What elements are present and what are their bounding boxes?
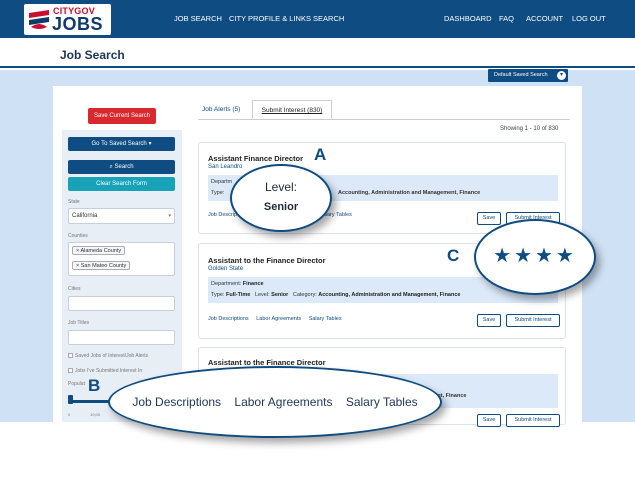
type-line: Type: Full-Time Level: Senior Category: … [211, 292, 460, 298]
save-job-button[interactable]: Save [477, 314, 501, 327]
type-label: Type: [211, 292, 225, 298]
department-value: Finance [242, 281, 264, 287]
job-title[interactable]: Assistant to the Finance Director [208, 256, 326, 265]
checkbox-label: Saved Jobs of Interest/Job Alerts [75, 353, 149, 359]
submitted-jobs-checkbox-row[interactable]: Jobs I've Submitted Interest In [68, 368, 142, 374]
page-title: Job Search [60, 48, 125, 62]
cities-label: Cities [68, 286, 81, 292]
county-chip[interactable]: × San Mateo County [72, 261, 131, 270]
screenshot-stage: CITYGOV JOBS JOB SEARCH CITY PROFILE & L… [0, 0, 635, 480]
job-link-descriptions[interactable]: Job Descriptions [208, 316, 249, 322]
population-slider-track[interactable] [70, 400, 110, 403]
callout-link-salary-tables: Salary Tables [345, 395, 418, 409]
search-button[interactable]: ⌕ Search [68, 160, 175, 174]
job-location[interactable]: San Leandro [208, 164, 242, 170]
slider-tick-label: 10,00 [90, 412, 101, 417]
callout-rating-bubble: ★★★★ [474, 219, 596, 295]
tab-divider [198, 119, 570, 120]
county-chip-label: Alameda County [80, 248, 122, 254]
cities-input[interactable] [68, 296, 175, 311]
go-to-saved-search-button[interactable]: Go To Saved Search ▾ [68, 137, 175, 151]
caret-down-icon: ▾ [148, 141, 152, 147]
checkbox[interactable] [68, 368, 73, 374]
citygov-jobs-logo[interactable]: CITYGOV JOBS [24, 4, 111, 35]
save-current-search-button[interactable]: Save Current Search [88, 108, 156, 124]
submit-interest-button[interactable]: Submit Interest [506, 314, 560, 327]
county-chip-label: San Mateo County [80, 263, 127, 269]
category-label: Category: [292, 292, 317, 298]
select-arrow-icon: ▾ [168, 213, 171, 219]
checkbox[interactable] [68, 353, 73, 359]
submit-interest-button[interactable]: Submit Interest [506, 414, 560, 427]
counties-multiselect[interactable]: × Alameda County × San Mateo County [68, 242, 175, 276]
callout-letter-a: A [314, 145, 327, 164]
logo-text-big: JOBS [52, 14, 104, 34]
category-value: Accounting, Administration and Managemen… [318, 292, 461, 298]
population-slider-handle[interactable] [68, 395, 73, 404]
department-line: Department: Finance [211, 281, 264, 287]
job-title[interactable]: Assistant Finance Director [208, 154, 303, 163]
state-value: California [72, 213, 98, 219]
search-icon: ⌕ [109, 164, 113, 170]
job-titles-label: Job Titles [68, 320, 90, 326]
job-links-row: Job Descriptions Labor Agreements Salary… [208, 316, 348, 322]
job-link-salary-tables[interactable]: Salary Tables [309, 316, 342, 322]
saved-search-label: Default Saved Search [494, 72, 548, 78]
type-label: Type: [211, 190, 225, 196]
callout-letter-b: B [88, 376, 101, 395]
eagle-flag-icon [27, 7, 51, 32]
tab-submit-interest[interactable]: Submit Interest (830) [252, 100, 332, 120]
default-saved-search-dropdown[interactable]: Default Saved Search ▾ [488, 69, 568, 82]
slider-tick-label: 0 [68, 412, 71, 417]
saved-jobs-checkbox-row[interactable]: Saved Jobs of Interest/Job Alerts [68, 353, 148, 359]
nav-city-profile[interactable]: CITY PROFILE & LINKS SEARCH [229, 14, 344, 23]
callout-links-bubble: Job Descriptions Labor Agreements Salary… [108, 366, 442, 438]
callout-links-row: Job Descriptions Labor Agreements Salary… [110, 395, 440, 409]
chevron-down-icon: ▾ [557, 71, 566, 80]
county-chip[interactable]: × Alameda County [72, 246, 126, 255]
tab-job-alerts[interactable]: Job Alerts (5) [202, 106, 240, 113]
search-button-label: Search [114, 164, 134, 170]
state-select[interactable]: California ▾ [68, 208, 175, 224]
go-to-saved-search-label: Go To Saved Search [91, 141, 147, 147]
callout-level-label: Level: [264, 180, 298, 194]
page-title-bar: Job Search [0, 38, 635, 68]
results-count: Showing 1 - 10 of 830 [500, 126, 559, 132]
callout-link-labor-agreements: Labor Agreements [234, 395, 333, 409]
checkbox-label: Jobs I've Submitted Interest In [75, 368, 143, 374]
department-label: Department: [211, 281, 242, 287]
job-category: Accounting, Administration and Managemen… [338, 190, 481, 196]
department-label: Departm [211, 179, 233, 185]
counties-label: Counties [68, 233, 88, 239]
save-job-button[interactable]: Save [477, 414, 501, 427]
save-job-button[interactable]: Save [477, 212, 501, 225]
level-value: Senior [271, 292, 289, 298]
state-label: State [68, 199, 80, 205]
clear-search-form-button[interactable]: Clear Search Form [68, 177, 175, 191]
nav-log-out[interactable]: LOG OUT [572, 14, 606, 23]
chip-remove-icon[interactable]: × [76, 263, 79, 269]
job-location[interactable]: Golden State [208, 266, 243, 272]
nav-account[interactable]: ACCOUNT [526, 14, 563, 23]
nav-dashboard[interactable]: DASHBOARD [444, 14, 492, 23]
population-label: Populat [68, 381, 85, 387]
nav-faq[interactable]: FAQ [499, 14, 514, 23]
star-rating-icon: ★★★★ [493, 245, 577, 267]
nav-job-search[interactable]: JOB SEARCH [174, 14, 222, 23]
callout-level-bubble: Level: Senior [230, 164, 332, 232]
job-link-labor-agreements[interactable]: Labor Agreements [256, 316, 301, 322]
job-titles-input[interactable] [68, 330, 175, 345]
callout-letter-c: C [447, 246, 460, 265]
callout-link-job-descriptions: Job Descriptions [132, 395, 222, 409]
callout-level-value: Senior [263, 201, 299, 213]
chip-remove-icon[interactable]: × [76, 248, 79, 254]
type-value: Full-Time [225, 292, 251, 298]
top-navbar: CITYGOV JOBS JOB SEARCH CITY PROFILE & L… [0, 0, 635, 38]
level-label: Level: [254, 292, 270, 298]
